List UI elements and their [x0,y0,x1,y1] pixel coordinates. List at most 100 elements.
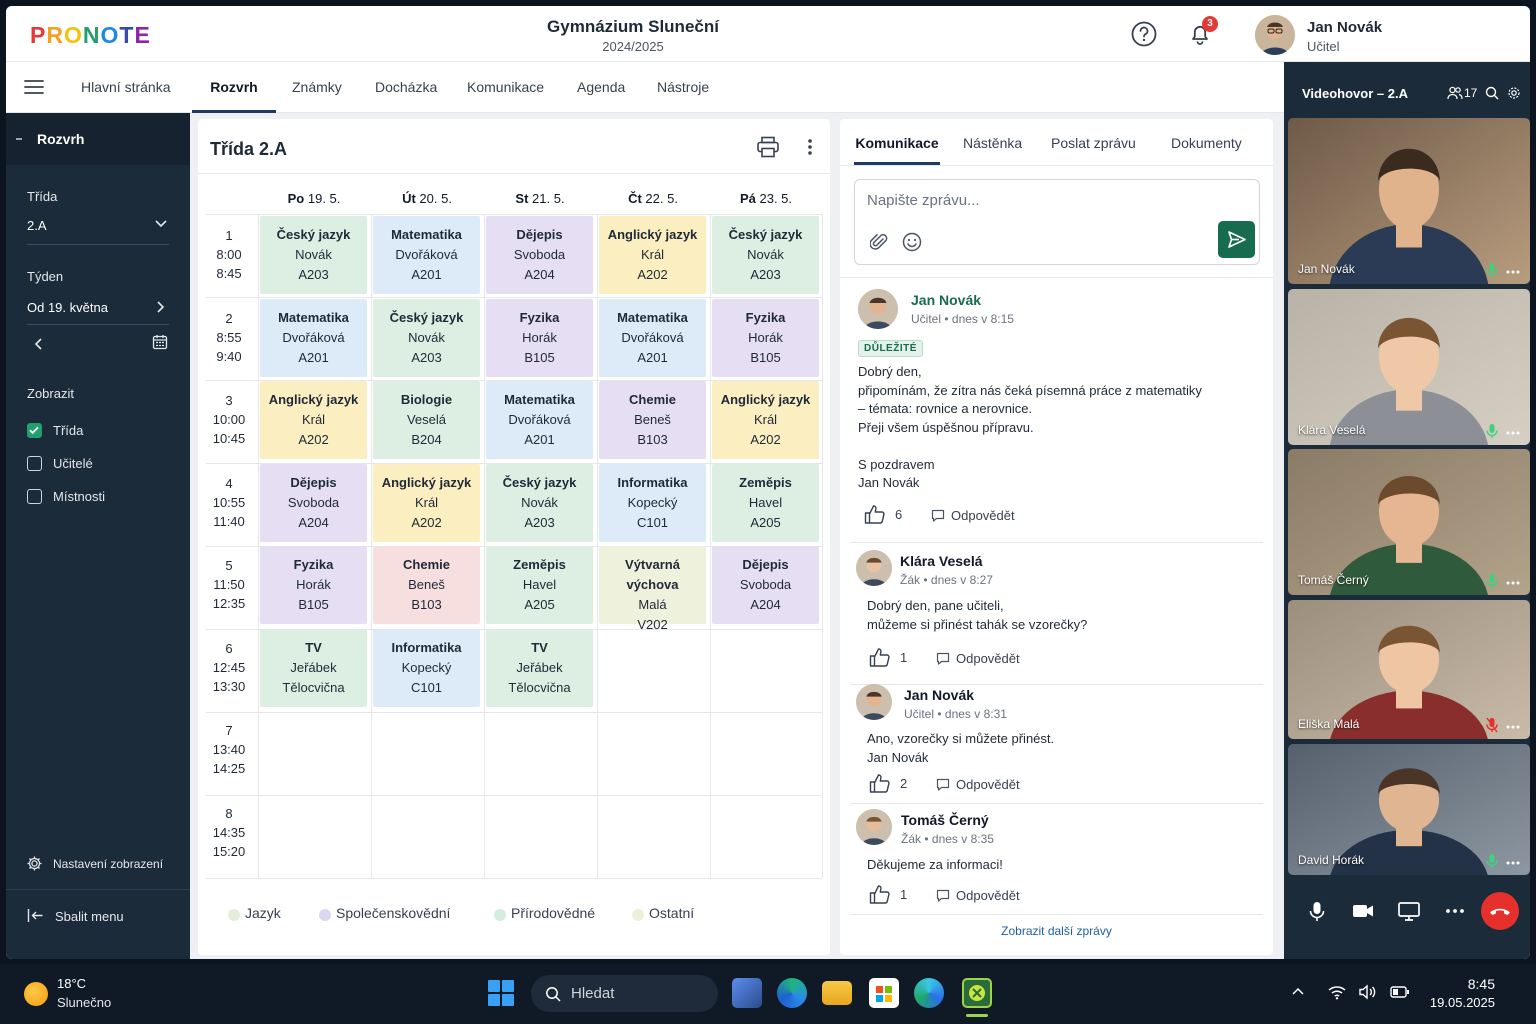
volume-icon[interactable] [1358,984,1376,1000]
hamburger-icon[interactable] [24,78,44,96]
message-author[interactable]: Jan Novák [904,687,974,703]
settings-icon[interactable] [1507,86,1521,100]
more-options-button[interactable] [1436,892,1474,930]
nav-item-dochazka[interactable]: Docházka [375,62,437,113]
tab-nastenka[interactable]: Nástěnka [963,119,1022,165]
reply-button[interactable]: Odpovědět [936,776,1020,792]
print-icon[interactable] [756,136,780,158]
participants-icon[interactable] [1447,86,1463,100]
edge-dev-browser-icon[interactable] [914,978,944,1008]
checkbox-ucitele[interactable] [27,456,42,471]
nav-item-nastroje[interactable]: Nástroje [657,62,709,113]
nav-item-home[interactable]: Hlavní stránka [81,62,170,113]
search-icon[interactable] [1485,86,1499,100]
lesson-cell[interactable]: Biologie Veselá B204 [373,381,480,459]
mic-button[interactable] [1298,892,1336,930]
lesson-cell[interactable]: Zeměpis Havel A205 [486,546,593,624]
taskbar-search[interactable]: Hledat [531,975,718,1012]
video-tile[interactable]: Eliška Malá [1288,600,1530,739]
avatar[interactable] [856,550,892,586]
send-button[interactable] [1218,221,1255,258]
tab-komunikace[interactable]: Komunikace [854,119,940,165]
lesson-cell[interactable]: Informatika Kopecký C101 [373,629,480,707]
avatar[interactable] [856,809,892,845]
show-more-messages-link[interactable]: Zobrazit další zprávy [840,924,1273,938]
wifi-icon[interactable] [1328,984,1346,1000]
avatar[interactable] [856,684,892,720]
message-input[interactable] [867,188,1197,212]
more-horizontal-icon[interactable] [1506,581,1520,585]
prev-week-icon[interactable] [33,337,43,351]
message-author[interactable]: Jan Novák [911,292,981,308]
chevron-up-icon[interactable] [1291,986,1305,996]
like-button[interactable]: 2 [869,773,907,793]
pronote-app-icon[interactable] [962,978,992,1008]
gallery-app-icon[interactable] [732,978,762,1008]
lesson-cell[interactable]: Dějepis Svoboda A204 [712,546,819,624]
avatar[interactable] [858,289,898,329]
more-horizontal-icon[interactable] [1506,270,1520,274]
paperclip-icon[interactable] [870,232,888,252]
nav-item-agenda[interactable]: Agenda [577,62,625,113]
calendar-icon[interactable] [152,334,168,350]
message-author[interactable]: Tomáš Černý [901,812,989,828]
reply-button[interactable]: Odpovědět [936,650,1020,666]
lesson-cell[interactable]: Anglický jazyk Král A202 [712,381,819,459]
lesson-cell[interactable]: Fyzika Horák B105 [486,299,593,377]
message-author[interactable]: Klára Veselá [900,553,983,569]
lesson-cell[interactable]: Chemie Beneš B103 [373,546,480,624]
camera-button[interactable] [1344,892,1382,930]
lesson-cell[interactable]: Dějepis Svoboda A204 [260,464,367,542]
video-tile[interactable]: Klára Veselá [1288,289,1530,445]
help-icon[interactable] [1130,20,1158,48]
tab-dokumenty[interactable]: Dokumenty [1171,119,1242,165]
video-tile[interactable]: David Horák [1288,744,1530,875]
battery-icon[interactable] [1390,985,1410,999]
like-button[interactable]: 1 [869,884,907,904]
edge-browser-icon[interactable] [777,978,807,1008]
nav-item-komunikace[interactable]: Komunikace [467,62,544,113]
lesson-cell[interactable]: Matematika Dvořáková A201 [373,216,480,294]
reply-button[interactable]: Odpovědět [936,887,1020,903]
more-horizontal-icon[interactable] [1506,725,1520,729]
video-tile[interactable]: Tomáš Černý [1288,449,1530,595]
lesson-cell[interactable]: Český jazyk Novák A203 [486,464,593,542]
more-horizontal-icon[interactable] [1506,861,1520,865]
lesson-cell[interactable]: Český jazyk Novák A203 [260,216,367,294]
video-tile[interactable]: Jan Novák [1288,118,1530,284]
lesson-cell[interactable]: Chemie Beneš B103 [599,381,706,459]
end-call-button[interactable] [1481,892,1519,930]
emoji-icon[interactable] [902,232,922,252]
lesson-cell[interactable]: Informatika Kopecký C101 [599,464,706,542]
lesson-cell[interactable]: Matematika Dvořáková A201 [260,299,367,377]
lesson-cell[interactable]: Výtvarná výchova Malá V202 [599,546,706,632]
reply-button[interactable]: Odpovědět [931,507,1015,523]
avatar[interactable] [1255,15,1295,55]
lesson-cell[interactable]: Fyzika Horák B105 [260,546,367,624]
lesson-cell[interactable]: TV Jeřábek Tělocvična [260,629,367,707]
lesson-cell[interactable]: Fyzika Horák B105 [712,299,819,377]
like-button[interactable]: 6 [864,504,902,524]
lesson-cell[interactable]: Anglický jazyk Král A202 [373,464,480,542]
nav-item-znamky[interactable]: Známky [292,62,342,113]
sun-icon[interactable] [24,982,48,1006]
more-horizontal-icon[interactable] [1506,431,1520,435]
store-app-icon[interactable] [869,978,899,1008]
screen-share-button[interactable] [1390,892,1428,930]
lesson-cell[interactable]: Matematika Dvořáková A201 [599,299,706,377]
tab-poslat-zpravu[interactable]: Poslat zprávu [1051,119,1136,165]
lesson-cell[interactable]: Český jazyk Novák A203 [712,216,819,294]
lesson-cell[interactable]: TV Jeřábek Tělocvična [486,629,593,707]
like-button[interactable]: 1 [869,647,907,667]
lesson-cell[interactable]: Matematika Dvořáková A201 [486,381,593,459]
checkbox-trida[interactable] [27,423,42,438]
windows-start-icon[interactable] [488,980,514,1006]
lesson-cell[interactable]: Zeměpis Havel A205 [712,464,819,542]
lesson-cell[interactable]: Dějepis Svoboda A204 [486,216,593,294]
sidebar-section-header[interactable]: Rozvrh [6,113,190,165]
lesson-cell[interactable]: Český jazyk Novák A203 [373,299,480,377]
nav-item-rozvrh[interactable]: Rozvrh [192,62,276,113]
lesson-cell[interactable]: Anglický jazyk Král A202 [599,216,706,294]
more-vertical-icon[interactable] [807,138,813,156]
lesson-cell[interactable]: Anglický jazyk Král A202 [260,381,367,459]
